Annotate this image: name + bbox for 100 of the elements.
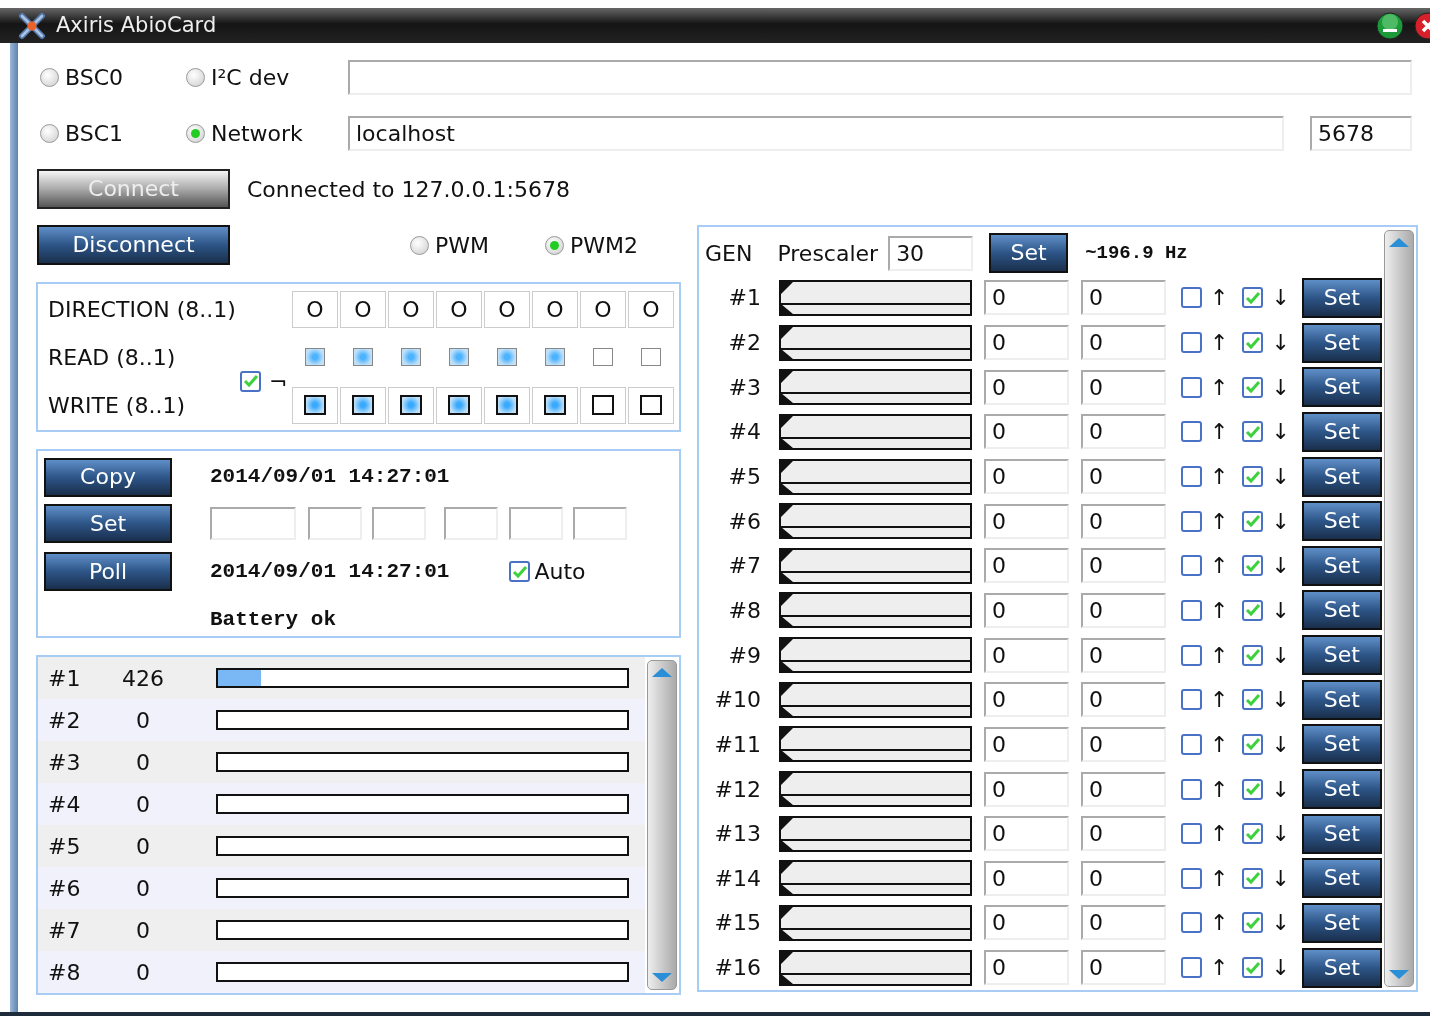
value-field[interactable]: 0 bbox=[984, 860, 1069, 896]
output-checkbox[interactable] bbox=[592, 395, 614, 415]
checkbox[interactable] bbox=[1181, 778, 1202, 800]
output-checkbox[interactable] bbox=[400, 395, 422, 415]
slider-thumb[interactable] bbox=[781, 505, 793, 538]
slider-thumb[interactable] bbox=[781, 817, 793, 850]
value-field[interactable]: 0 bbox=[1081, 726, 1166, 762]
slider-thumb[interactable] bbox=[781, 683, 793, 716]
checkbox[interactable] bbox=[1181, 555, 1202, 577]
direction-toggle[interactable]: O bbox=[340, 290, 386, 328]
set-button[interactable]: Set bbox=[1301, 545, 1382, 586]
set-button[interactable]: Set bbox=[1301, 635, 1382, 676]
value-field[interactable]: 0 bbox=[1081, 548, 1166, 584]
value-field[interactable]: 0 bbox=[984, 682, 1069, 718]
checkbox[interactable] bbox=[1242, 689, 1264, 711]
radio-button[interactable]: Network bbox=[186, 116, 348, 150]
checkbox[interactable] bbox=[1181, 733, 1202, 755]
date-field[interactable] bbox=[573, 507, 627, 540]
scrollbar[interactable] bbox=[647, 660, 677, 990]
value-field[interactable]: 0 bbox=[984, 771, 1069, 807]
checkbox[interactable] bbox=[1181, 332, 1202, 354]
value-field[interactable]: 0 bbox=[1081, 592, 1166, 628]
minimize-button[interactable] bbox=[1376, 11, 1404, 40]
output-checkbox[interactable] bbox=[448, 395, 470, 415]
radio-button[interactable]: BSC0 bbox=[40, 60, 186, 94]
checkbox[interactable] bbox=[1181, 912, 1202, 934]
pwm-slider[interactable] bbox=[779, 547, 972, 584]
radio-dot[interactable] bbox=[545, 235, 564, 255]
value-field[interactable]: 0 bbox=[1081, 414, 1166, 450]
checkbox-label[interactable]: Auto bbox=[534, 555, 586, 588]
set-button[interactable]: Set bbox=[44, 504, 172, 543]
set-button[interactable]: Set bbox=[1301, 947, 1382, 988]
poll-button[interactable]: Poll bbox=[44, 552, 172, 591]
checkbox[interactable] bbox=[1242, 287, 1264, 309]
copy-button[interactable]: Copy bbox=[44, 457, 172, 497]
checkbox[interactable] bbox=[1242, 510, 1264, 532]
value-field[interactable]: 0 bbox=[984, 325, 1069, 361]
value-field[interactable]: 0 bbox=[1081, 860, 1166, 896]
date-field[interactable] bbox=[444, 507, 498, 540]
checkbox[interactable] bbox=[1242, 823, 1264, 845]
value-field[interactable]: 0 bbox=[984, 905, 1069, 941]
checkbox[interactable] bbox=[1181, 957, 1202, 979]
value-field[interactable]: 0 bbox=[984, 637, 1069, 673]
value-field[interactable]: 0 bbox=[984, 548, 1069, 584]
slider-thumb[interactable] bbox=[781, 281, 793, 314]
checkbox[interactable] bbox=[1181, 376, 1202, 398]
set-button[interactable]: Set bbox=[1301, 724, 1382, 765]
value-field[interactable]: 0 bbox=[1081, 771, 1166, 807]
slider-thumb[interactable] bbox=[781, 951, 793, 984]
checkbox[interactable] bbox=[1242, 778, 1264, 800]
output-checkbox[interactable] bbox=[544, 395, 566, 415]
radio-dot[interactable] bbox=[186, 67, 205, 87]
value-field[interactable]: 0 bbox=[984, 816, 1069, 852]
direction-toggle[interactable]: O bbox=[628, 290, 674, 328]
checkbox[interactable] bbox=[1242, 332, 1264, 354]
value-field[interactable]: 0 bbox=[1081, 682, 1166, 718]
slider-thumb[interactable] bbox=[781, 549, 793, 582]
value-field[interactable]: 0 bbox=[984, 503, 1069, 539]
pwm-slider[interactable] bbox=[779, 815, 972, 852]
value-field[interactable]: 0 bbox=[1081, 325, 1166, 361]
value-field[interactable]: 0 bbox=[1081, 280, 1166, 316]
set-button[interactable]: Set bbox=[1301, 813, 1382, 854]
radio-button[interactable]: PWM2 bbox=[545, 228, 638, 262]
pwm-slider[interactable] bbox=[779, 279, 972, 316]
disconnect-button[interactable]: Disconnect bbox=[37, 225, 230, 265]
pwm-slider[interactable] bbox=[779, 681, 972, 718]
radio-dot[interactable] bbox=[410, 235, 429, 255]
slider-thumb[interactable] bbox=[781, 728, 793, 761]
direction-toggle[interactable]: O bbox=[436, 290, 482, 328]
direction-toggle[interactable]: O bbox=[484, 290, 530, 328]
value-field[interactable]: 0 bbox=[1081, 816, 1166, 852]
value-field[interactable]: 0 bbox=[1081, 905, 1166, 941]
date-field[interactable] bbox=[509, 507, 563, 540]
value-field[interactable]: 0 bbox=[984, 369, 1069, 405]
output-checkbox[interactable] bbox=[496, 395, 518, 415]
set-button[interactable]: Set bbox=[989, 233, 1069, 274]
host-field[interactable]: localhost bbox=[348, 115, 1284, 151]
checkbox[interactable] bbox=[1242, 466, 1264, 487]
set-button[interactable]: Set bbox=[1301, 679, 1382, 720]
checkbox[interactable] bbox=[1242, 957, 1264, 979]
slider-thumb[interactable] bbox=[781, 862, 793, 895]
value-field[interactable]: 0 bbox=[1081, 950, 1166, 986]
set-button[interactable]: Set bbox=[1301, 456, 1382, 497]
checkbox[interactable] bbox=[1181, 287, 1202, 309]
prescaler-field[interactable]: 30 bbox=[888, 235, 974, 271]
checkbox[interactable] bbox=[1242, 421, 1264, 443]
checkbox[interactable] bbox=[240, 370, 261, 392]
radio-button[interactable]: PWM bbox=[410, 228, 489, 262]
pwm-slider[interactable] bbox=[779, 904, 972, 941]
checkbox[interactable] bbox=[1181, 510, 1202, 532]
output-checkbox[interactable] bbox=[640, 395, 662, 415]
pwm-slider[interactable] bbox=[779, 503, 972, 540]
direction-toggle[interactable]: O bbox=[388, 290, 434, 328]
checkbox[interactable] bbox=[1181, 823, 1202, 845]
checkbox[interactable] bbox=[1242, 644, 1264, 666]
value-field[interactable]: 0 bbox=[984, 459, 1069, 494]
pwm-slider[interactable] bbox=[779, 949, 972, 986]
pwm-slider[interactable] bbox=[779, 771, 972, 807]
checkbox[interactable] bbox=[1242, 599, 1264, 621]
date-field[interactable] bbox=[210, 507, 296, 540]
